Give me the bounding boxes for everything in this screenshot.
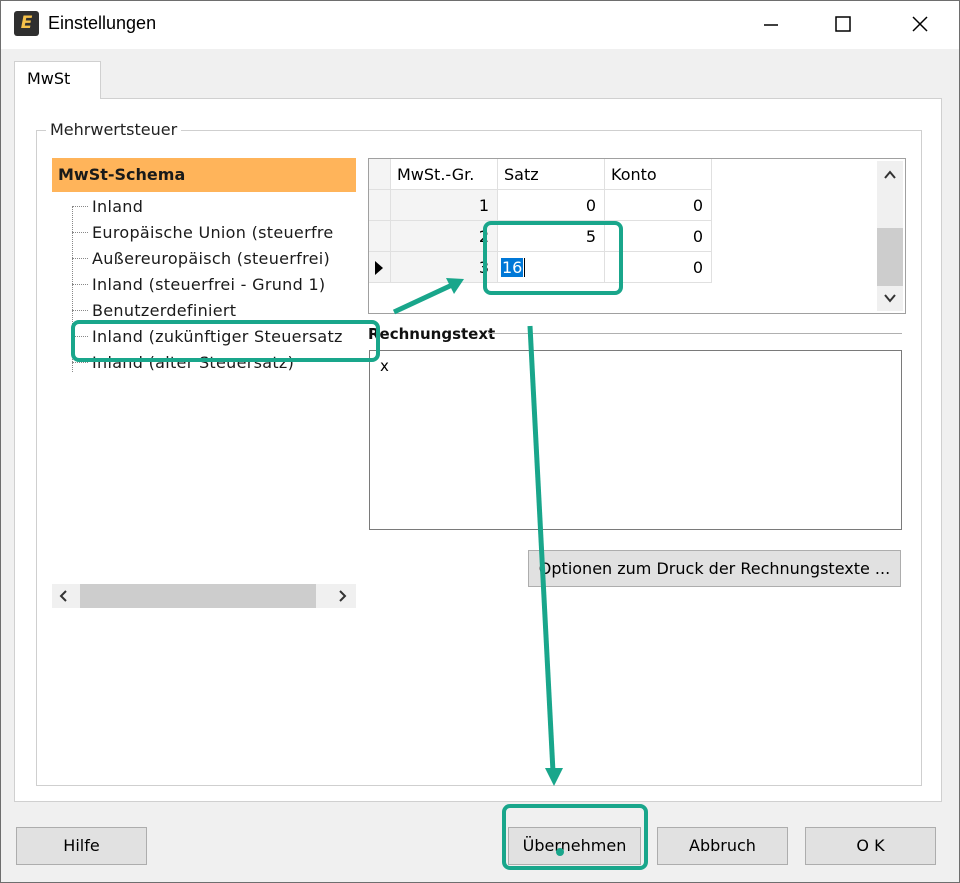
arrow-to-rate-line xyxy=(392,282,454,315)
cursor-marker xyxy=(556,848,564,856)
arrow-to-apply-line xyxy=(527,325,556,773)
annotation-arrows xyxy=(392,278,564,856)
arrow-head-icon xyxy=(545,768,563,786)
